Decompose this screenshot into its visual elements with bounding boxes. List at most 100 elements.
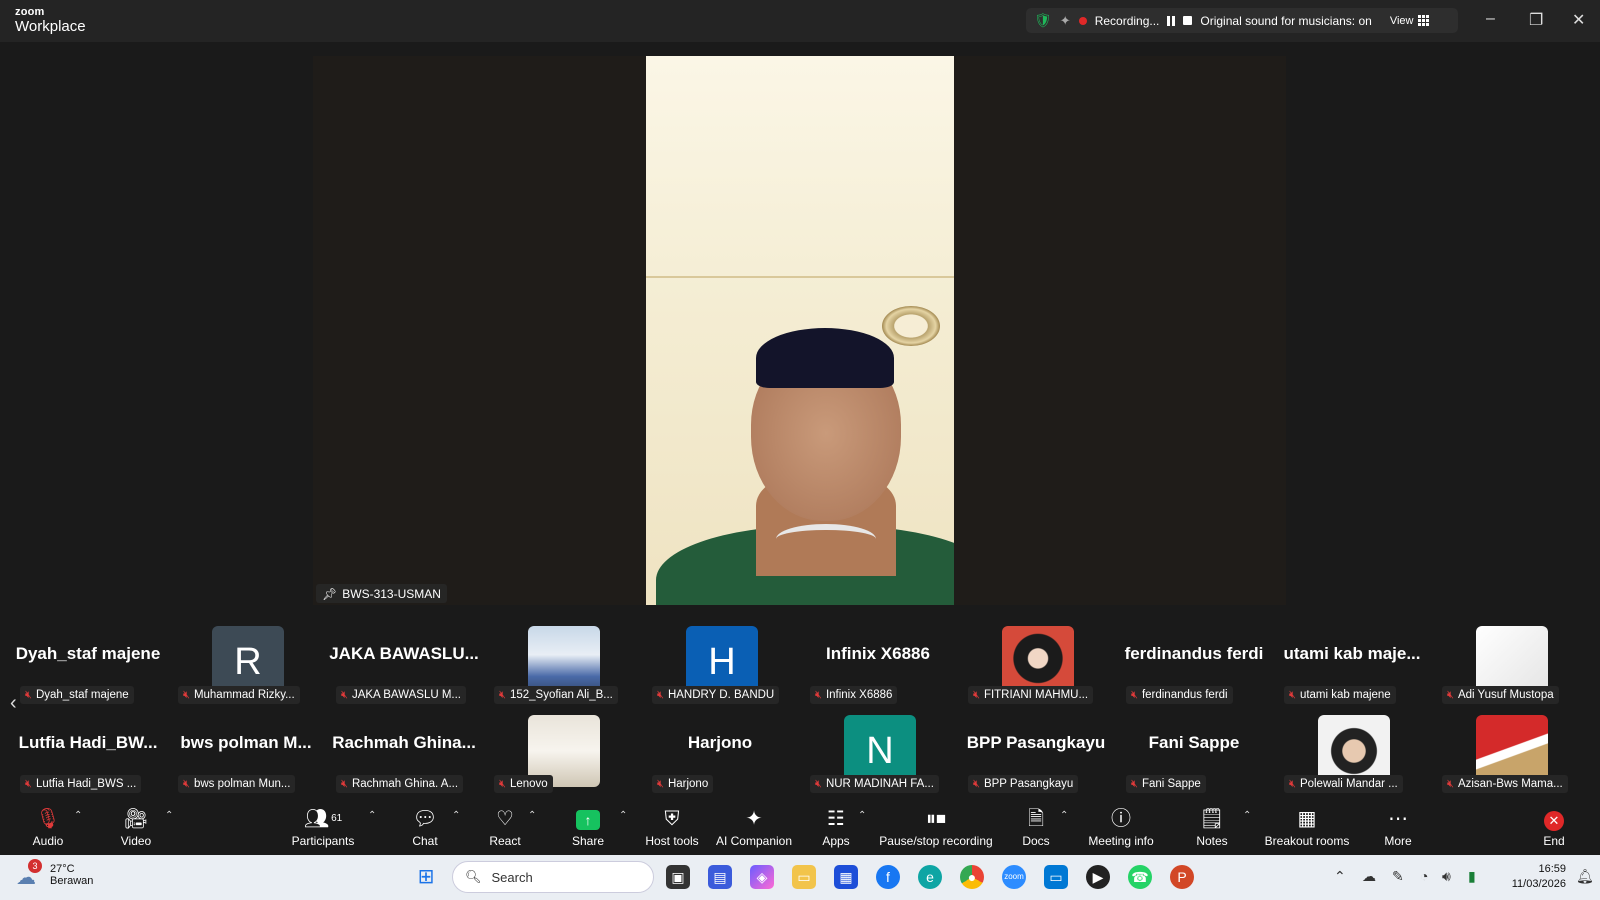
heart-icon: ♡	[496, 808, 514, 830]
whatsapp-icon[interactable]: ☎	[1128, 865, 1152, 889]
notes-button[interactable]: 🗒︎ Notes	[1194, 806, 1230, 848]
audio-button[interactable]: 🎙︎ Audio	[28, 806, 68, 848]
chrome-icon[interactable]: ●	[960, 865, 984, 889]
show-hidden-icons-icon[interactable]: ⌃	[1334, 868, 1346, 885]
participant-tile[interactable]: 🔇︎ Adi Yusuf Mustopa	[1434, 622, 1586, 708]
weather-widget[interactable]: ☁ 3 27°C Berawan	[16, 859, 93, 889]
zoom-app-icon[interactable]: zoom	[1002, 865, 1026, 889]
breakout-rooms-button[interactable]: ▦ Breakout rooms	[1262, 806, 1352, 848]
participant-name-tag: 🔇︎ Lutfia Hadi_BWS ...	[20, 775, 142, 793]
pause-stop-recording-button[interactable]: ⏸⏹ Pause/stop recording	[876, 806, 996, 848]
participant-tile[interactable]: ferdinandus ferdi 🔇︎ ferdinandus ferdi	[1118, 622, 1270, 708]
chat-caret-icon[interactable]: ⌃	[452, 810, 460, 821]
participant-tile[interactable]: 🔇︎ Polewali Mandar ...	[1276, 711, 1428, 797]
pause-recording-icon[interactable]	[1167, 15, 1176, 26]
meeting-info-button[interactable]: ⓘ Meeting info	[1084, 806, 1158, 848]
participant-display-name: Infinix X6886	[826, 644, 930, 663]
more-button[interactable]: ⋯ More	[1378, 806, 1418, 848]
participant-name: Infinix X6886	[825, 689, 893, 701]
task-view-icon[interactable]: ▣	[666, 865, 690, 889]
edge-icon[interactable]: e	[918, 865, 942, 889]
share-button[interactable]: ↑ Share	[566, 806, 610, 848]
apps-button[interactable]: ☷ Apps	[816, 806, 856, 848]
participant-tile[interactable]: N 🔇︎ NUR MADINAH FA...	[802, 711, 954, 797]
original-sound-status[interactable]: Original sound for musicians: on	[1200, 14, 1371, 28]
participant-tile[interactable]: Rachmah Ghina... 🔇︎ Rachmah Ghina. A...	[328, 711, 480, 797]
participant-tile[interactable]: utami kab maje... 🔇︎ utami kab majene	[1276, 622, 1428, 708]
notification-bell-icon[interactable]: 🔔︎	[1576, 868, 1594, 885]
cloud-sync-icon[interactable]: ☁	[1362, 868, 1376, 885]
participant-tile[interactable]: 🔇︎ Azisan-Bws Mama...	[1434, 711, 1586, 797]
breakout-rooms-icon: ▦	[1297, 808, 1317, 830]
volume-icon[interactable]: 🔊︎	[1442, 868, 1451, 885]
participant-tile[interactable]: BPP Pasangkayu 🔇︎ BPP Pasangkayu	[960, 711, 1112, 797]
teams-icon[interactable]: ▤	[708, 865, 732, 889]
end-meeting-button[interactable]: ✕ End	[1536, 806, 1572, 848]
chat-button[interactable]: 💬︎ Chat	[405, 806, 445, 848]
apps-caret-icon[interactable]: ⌃	[858, 810, 866, 821]
participant-tile[interactable]: R 🔇︎ Muhammad Rizky...	[170, 622, 322, 708]
video-options-caret-icon[interactable]: ⌃	[165, 810, 173, 821]
participant-tile[interactable]: H 🔇︎ HANDRY D. BANDU	[644, 622, 796, 708]
file-explorer-icon[interactable]: ▭	[792, 865, 816, 889]
participant-tile[interactable]: 🔇︎ FITRIANI MAHMU...	[960, 622, 1112, 708]
notes-icon: 🗒︎	[1199, 808, 1225, 830]
react-caret-icon[interactable]: ⌃	[528, 810, 536, 821]
store-icon[interactable]: ▦	[834, 865, 858, 889]
active-speaker-video[interactable]	[646, 56, 954, 605]
ai-sparkle-icon[interactable]: ✦	[1060, 13, 1071, 29]
participant-display-name: BPP Pasangkayu	[966, 733, 1106, 752]
video-button[interactable]: 🎥︎ Video	[115, 806, 157, 848]
docs-caret-icon[interactable]: ⌃	[1060, 810, 1068, 821]
participant-tile[interactable]: JAKA BAWASLU... 🔇︎ JAKA BAWASLU M...	[328, 622, 480, 708]
view-button[interactable]: View	[1390, 15, 1430, 27]
react-button[interactable]: ♡ React	[484, 806, 526, 848]
participant-name-tag: 🔇︎ ferdinandus ferdi	[1126, 686, 1233, 704]
restore-icon[interactable]: ❐	[1529, 10, 1543, 30]
participant-name: Harjono	[667, 778, 709, 790]
participant-name-tag: 🔇︎ FITRIANI MAHMU...	[968, 686, 1094, 704]
encryption-shield-icon[interactable]: 🛡	[1034, 12, 1052, 29]
close-icon[interactable]: ✕	[1572, 10, 1585, 30]
host-tools-button[interactable]: ⛨ Host tools	[640, 806, 704, 848]
video-label: Video	[120, 834, 152, 848]
clock-date: 11/03/2026	[1511, 878, 1566, 890]
participant-name: JAKA BAWASLU M...	[351, 689, 462, 701]
participant-tile[interactable]: 🔇︎ Lenovo	[486, 711, 638, 797]
remote-desktop-icon[interactable]: ▭	[1044, 865, 1068, 889]
windows-start-icon[interactable]: ⊞	[414, 865, 438, 889]
ai-companion-button[interactable]: ✦ AI Companion	[714, 806, 794, 848]
participant-tile[interactable]: bws polman M... 🔇︎ bws polman Mun...	[170, 711, 322, 797]
participant-display-name: utami kab maje...	[1283, 644, 1421, 663]
participant-name: ferdinandus ferdi	[1141, 689, 1228, 701]
windows-taskbar: ☁ 3 27°C Berawan ⊞ 🔍︎ Search ▣ ▤ ◈ ▭ ▦ f …	[0, 855, 1600, 900]
wifi-icon[interactable]: ◔	[1420, 868, 1428, 884]
taskbar-clock[interactable]: 16:59 11/03/2026	[1500, 862, 1566, 892]
share-caret-icon[interactable]: ⌃	[619, 810, 627, 821]
audio-label: Audio	[32, 834, 64, 848]
participant-tile[interactable]: Lutfia Hadi_BW... 🔇︎ Lutfia Hadi_BWS ...	[12, 711, 164, 797]
participants-button[interactable]: 👥︎ 61 Participants	[288, 806, 358, 848]
battery-icon[interactable]: ▮	[1468, 868, 1476, 885]
participant-display-name: Fani Sappe	[1148, 733, 1240, 752]
stop-recording-icon[interactable]	[1183, 16, 1193, 25]
docs-button[interactable]: 🗎 Docs	[1018, 806, 1054, 848]
media-player-icon[interactable]: ▶	[1086, 865, 1110, 889]
pen-icon[interactable]: ✎	[1392, 868, 1404, 885]
participant-name-tag: 🔇︎ Adi Yusuf Mustopa	[1442, 686, 1559, 704]
participant-tile[interactable]: Harjono 🔇︎ Harjono	[644, 711, 796, 797]
participant-tile[interactable]: Infinix X6886 🔇︎ Infinix X6886	[802, 622, 954, 708]
participant-name-tag: 🔇︎ Lenovo	[494, 775, 553, 793]
audio-options-caret-icon[interactable]: ⌃	[74, 810, 82, 821]
facebook-icon[interactable]: f	[876, 865, 900, 889]
minimize-icon[interactable]: –	[1486, 10, 1495, 28]
participants-caret-icon[interactable]: ⌃	[368, 810, 376, 821]
participant-tile[interactable]: Dyah_staf majene 🔇︎ Dyah_staf majene	[12, 622, 164, 708]
participant-tile[interactable]: Fani Sappe 🔇︎ Fani Sappe	[1118, 711, 1270, 797]
participant-display-name: Dyah_staf majene	[15, 644, 161, 663]
participant-tile[interactable]: 🔇︎ 152_Syofian Ali_B...	[486, 622, 638, 708]
notes-caret-icon[interactable]: ⌃	[1243, 810, 1251, 821]
powerpoint-icon[interactable]: P	[1170, 865, 1194, 889]
copilot-icon[interactable]: ◈	[750, 865, 774, 889]
taskbar-search[interactable]: 🔍︎ Search	[452, 861, 654, 893]
